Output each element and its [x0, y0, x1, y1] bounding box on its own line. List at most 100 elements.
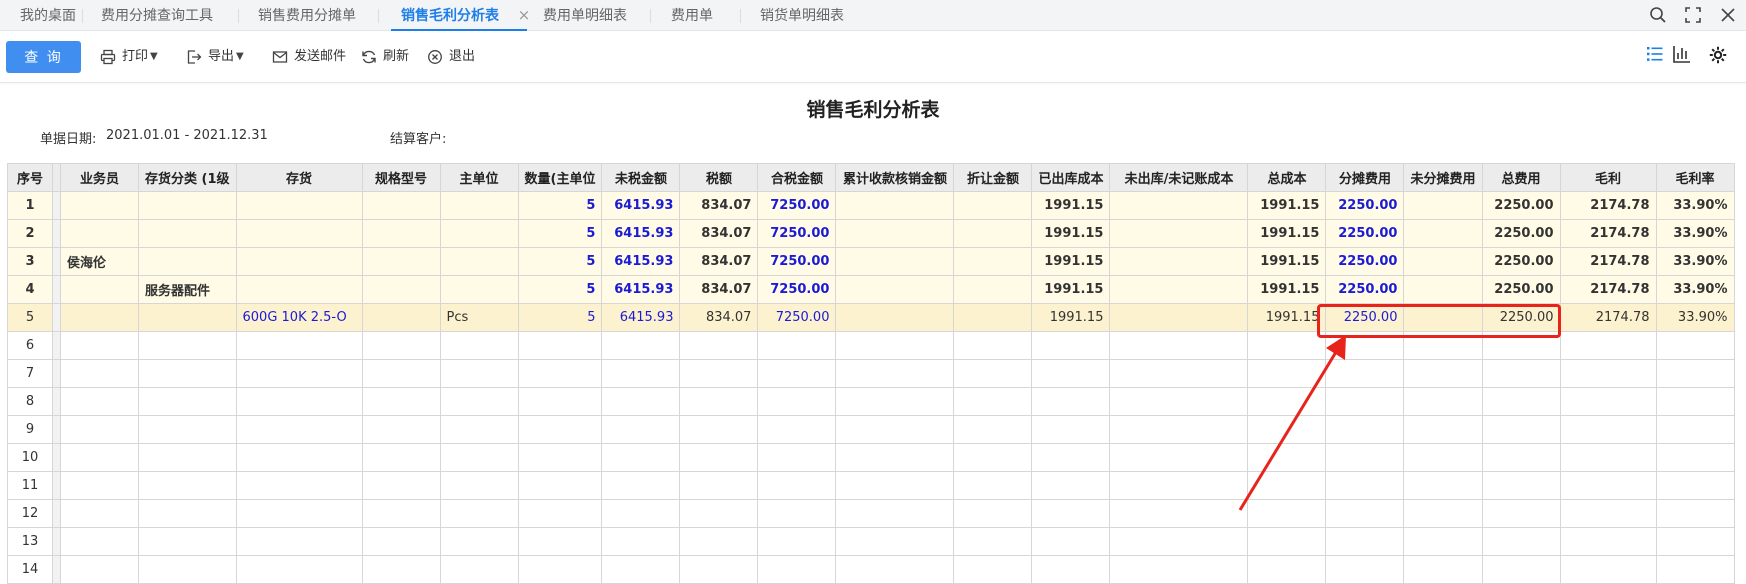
search-icon[interactable] — [1648, 5, 1668, 25]
column-header-allocated-expense[interactable]: 分摊费用 — [1325, 163, 1405, 192]
table-cell-empty — [1403, 499, 1483, 528]
column-header-unit[interactable]: 主单位 — [439, 163, 519, 192]
column-header-total-expense[interactable]: 总费用 — [1481, 163, 1561, 192]
table-cell-empty — [1247, 387, 1327, 416]
tab-sales-gross-profit[interactable]: 销售毛利分析表 × — [391, 0, 530, 32]
refresh-button[interactable]: 刷新 — [361, 46, 409, 68]
table-cell-category — [138, 247, 237, 276]
table-cell-empty — [1655, 527, 1735, 556]
table-cell-empty — [1403, 387, 1483, 416]
exit-button[interactable]: 退出 — [427, 46, 475, 68]
table-row[interactable]: 5 600G 10K 2.5-O Pcs 5 6415.93 834.07 7250.00 1… — [7, 303, 1735, 332]
column-header-unallocated-expense[interactable]: 未分摊费用 — [1403, 163, 1483, 192]
tab-separator — [82, 9, 83, 23]
table-cell-idx: 6 — [7, 331, 53, 360]
table-cell-shipped-cost: 1991.15 — [1031, 247, 1111, 276]
table-cell-item — [235, 219, 363, 248]
tab-expense-detail[interactable]: 费用单明细表 — [543, 0, 627, 31]
column-header-item[interactable]: 存货 — [235, 163, 363, 192]
table-row[interactable]: 9 — [7, 415, 1735, 444]
table-row[interactable]: 7 — [7, 359, 1735, 388]
table-row[interactable]: 1 5 6415.93 834.07 7250.00 1991.15 1991.15 2250… — [7, 191, 1735, 220]
table-cell-empty — [517, 387, 603, 416]
table-row[interactable]: 10 — [7, 443, 1735, 472]
table-cell-spacer — [52, 275, 61, 304]
table-row[interactable]: 12 — [7, 499, 1735, 528]
column-header-category[interactable]: 存货分类 (1级 — [138, 163, 237, 192]
column-header-net-amount[interactable]: 未税金额 — [601, 163, 681, 192]
column-header-gross-profit[interactable]: 毛利 — [1559, 163, 1657, 192]
table-cell-empty — [1403, 415, 1483, 444]
table-cell-empty — [361, 415, 441, 444]
table-row[interactable]: 8 — [7, 387, 1735, 416]
table-cell-empty — [679, 331, 759, 360]
chart-view-icon[interactable] — [1672, 44, 1692, 64]
table-row[interactable]: 11 — [7, 471, 1735, 500]
column-header-salesman[interactable]: 业务员 — [60, 163, 139, 192]
table-cell-empty — [1481, 359, 1561, 388]
print-button[interactable]: 打印 ▼ — [100, 46, 162, 68]
gear-icon[interactable] — [1708, 45, 1728, 65]
tab-sales-order-detail[interactable]: 销货单明细表 — [760, 0, 844, 31]
list-view-icon[interactable] — [1646, 45, 1664, 63]
table-cell-gross: 7250.00 — [757, 303, 837, 332]
table-cell-empty — [235, 499, 363, 528]
table-cell-salesman — [60, 303, 139, 332]
table-cell-salesman — [60, 219, 139, 248]
column-header-tax[interactable]: 税额 — [679, 163, 759, 192]
close-window-icon[interactable] — [1718, 5, 1738, 25]
tab-expense-allocation-query[interactable]: 费用分摊查询工具 — [101, 0, 213, 31]
column-header-gross-amount[interactable]: 合税金额 — [757, 163, 837, 192]
tab-my-desktop[interactable]: 我的桌面 — [20, 0, 76, 31]
table-cell-empty — [1109, 471, 1249, 500]
table-cell-empty — [60, 555, 139, 584]
table-cell-discount — [953, 191, 1033, 220]
column-header-spec[interactable]: 规格型号 — [361, 163, 441, 192]
column-header-shipped-cost[interactable]: 已出库成本 — [1031, 163, 1111, 192]
column-header-unshipped-cost[interactable]: 未出库/未记账成本 — [1109, 163, 1249, 192]
table-cell-allocated: 2250.00 — [1325, 247, 1405, 276]
tab-expense-order[interactable]: 费用单 — [671, 0, 713, 31]
table-cell-empty — [1109, 387, 1249, 416]
table-cell-empty — [1655, 359, 1735, 388]
table-cell-empty — [517, 359, 603, 388]
table-cell-empty — [1325, 499, 1405, 528]
table-row[interactable]: 3 侯海伦 5 6415.93 834.07 7250.00 1991.15 1991.15 2… — [7, 247, 1735, 276]
table-cell-idx: 8 — [7, 387, 53, 416]
table-cell-spacer — [52, 527, 61, 556]
column-header-index[interactable]: 序号 — [7, 163, 53, 192]
table-cell-empty — [138, 471, 237, 500]
tab-sales-expense-allocation[interactable]: 销售费用分摊单 — [258, 0, 356, 31]
table-cell-profit: 2174.78 — [1559, 219, 1657, 248]
table-cell-empty — [361, 471, 441, 500]
table-cell-empty — [439, 499, 519, 528]
table-cell-gross: 7250.00 — [757, 275, 837, 304]
query-button[interactable]: 查 询 — [6, 41, 81, 73]
export-button[interactable]: 导出 ▼ — [186, 46, 248, 68]
fullscreen-icon[interactable] — [1683, 5, 1703, 25]
table-cell-empty — [953, 443, 1033, 472]
table-cell-empty — [138, 555, 237, 584]
close-icon[interactable]: × — [517, 8, 531, 23]
table-cell-empty — [1481, 555, 1561, 584]
table-row[interactable]: 4 服务器配件 5 6415.93 834.07 7250.00 1991.15 1991.1… — [7, 275, 1735, 304]
column-header-margin[interactable]: 毛利率 — [1655, 163, 1735, 192]
table-cell-spec — [361, 303, 441, 332]
table-row[interactable]: 14 — [7, 555, 1735, 584]
table-cell-total-expense: 2250.00 — [1481, 219, 1561, 248]
table-cell-spec — [361, 275, 441, 304]
table-row[interactable]: 6 — [7, 331, 1735, 360]
column-header-discount[interactable]: 折让金额 — [953, 163, 1033, 192]
send-email-button[interactable]: 发送邮件 — [272, 46, 360, 68]
column-header-collected[interactable]: 累计收款核销金额 — [835, 163, 955, 192]
table-cell-spacer — [52, 219, 61, 248]
column-header-qty[interactable]: 数量(主单位 — [517, 163, 603, 192]
table-cell-empty — [1403, 555, 1483, 584]
table-cell-unallocated — [1403, 275, 1483, 304]
table-cell-item: 600G 10K 2.5-O — [235, 303, 363, 332]
table-cell-idx: 12 — [7, 499, 53, 528]
table-cell-empty — [953, 471, 1033, 500]
column-header-total-cost[interactable]: 总成本 — [1247, 163, 1327, 192]
table-row[interactable]: 2 5 6415.93 834.07 7250.00 1991.15 1991.15 2250… — [7, 219, 1735, 248]
table-row[interactable]: 13 — [7, 527, 1735, 556]
